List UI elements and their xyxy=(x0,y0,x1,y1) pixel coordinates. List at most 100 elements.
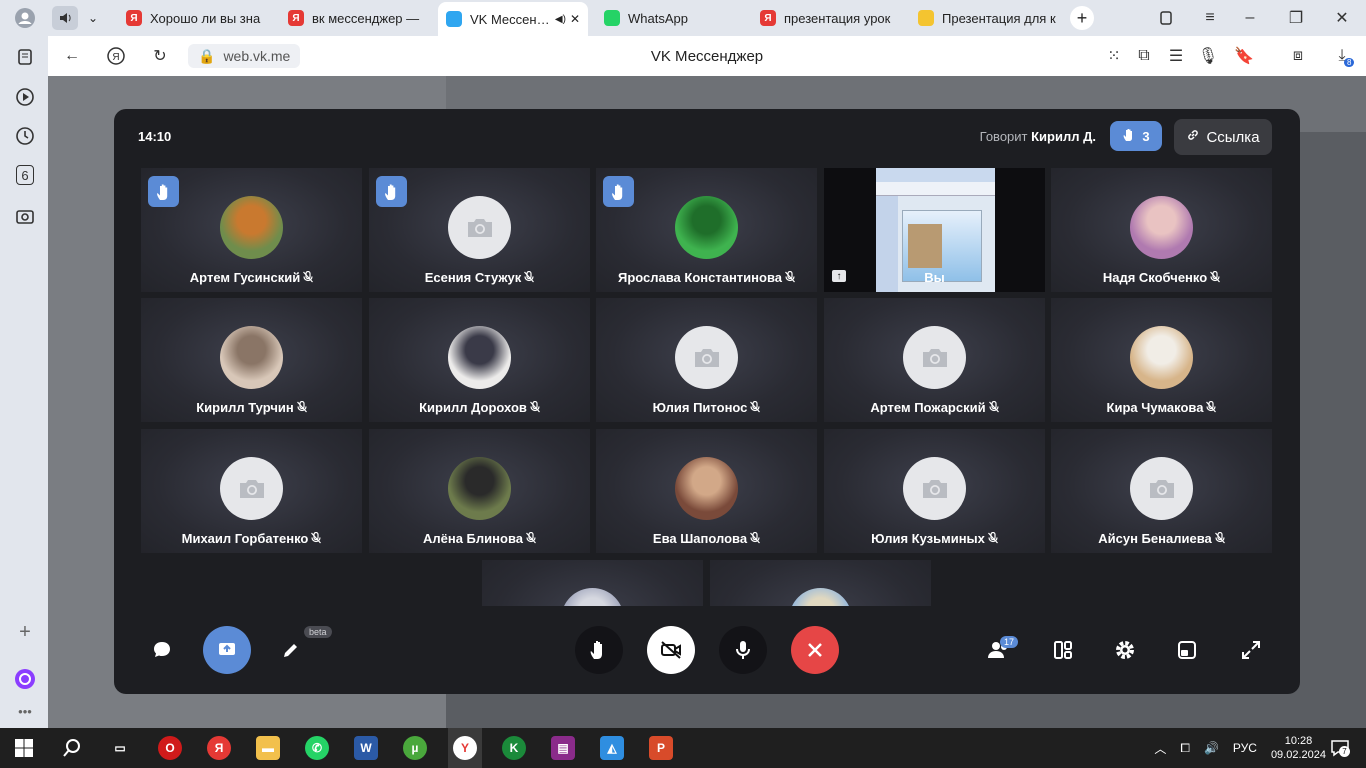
participant-tile[interactable]: Артем Пожарский xyxy=(824,298,1045,422)
back-icon[interactable]: ← xyxy=(62,46,82,66)
screenshot-icon[interactable] xyxy=(14,205,36,227)
settings-button[interactable] xyxy=(1101,626,1149,674)
mic-muted-icon xyxy=(527,400,540,415)
clock[interactable]: 10:28 09.02.2024 xyxy=(1271,734,1326,762)
participant-tile[interactable]: Кирилл Турчин xyxy=(141,298,362,422)
translate-icon[interactable]: ⧉ xyxy=(1134,46,1154,66)
whatsapp-icon[interactable]: ✆ xyxy=(305,736,329,760)
participant-name: Алёна Блинова xyxy=(369,531,590,546)
tab-audio-icon[interactable]: ◀) xyxy=(555,14,566,25)
participant-tile[interactable] xyxy=(482,560,703,606)
tab-title: вк мессенджер — xyxy=(312,10,420,26)
participant-tile[interactable]: Надя Скобченко xyxy=(1051,168,1272,292)
camera-placeholder-icon xyxy=(448,196,511,259)
participant-tile[interactable]: Кира Чумакова xyxy=(1051,298,1272,422)
participant-tile[interactable]: Михаил Горбатенко xyxy=(141,429,362,553)
close-window-icon[interactable]: ✕ xyxy=(1332,8,1352,28)
reload-icon[interactable]: ↻ xyxy=(150,46,170,66)
alice-icon[interactable] xyxy=(14,668,36,690)
fullscreen-button[interactable] xyxy=(1227,626,1275,674)
participant-tile[interactable]: Кирилл Дорохов xyxy=(369,298,590,422)
network-icon[interactable]: ⧠ xyxy=(1180,741,1190,756)
history-icon[interactable] xyxy=(14,125,36,147)
tab-6[interactable]: Презентация для к xyxy=(910,4,1060,32)
yandex-browser-icon[interactable]: Я xyxy=(207,736,231,760)
participant-tile[interactable]: Ярослава Константинова xyxy=(596,168,817,292)
pen-icon xyxy=(918,10,934,26)
tab-list-icon[interactable] xyxy=(1156,8,1176,28)
participant-tile[interactable]: Есения Стужук xyxy=(369,168,590,292)
chevron-up-icon[interactable]: ︿ xyxy=(1154,740,1166,757)
participant-tile[interactable] xyxy=(710,560,931,606)
participant-tile[interactable]: Артем Гусинский xyxy=(141,168,362,292)
audio-tab-control[interactable]: ⌄ xyxy=(48,4,106,32)
minimize-call-button[interactable] xyxy=(1163,626,1211,674)
task-view-icon[interactable]: ▭ xyxy=(108,736,132,760)
minimize-icon[interactable]: – xyxy=(1240,8,1260,28)
toggle-camera-button[interactable] xyxy=(647,626,695,674)
file-explorer-icon[interactable]: ▬ xyxy=(256,736,280,760)
restore-icon[interactable]: ❐ xyxy=(1286,8,1306,28)
participant-tile[interactable]: ↑ Вы xyxy=(824,168,1045,292)
yandex-logo-icon[interactable]: Я xyxy=(106,46,126,66)
notifications-icon[interactable]: 7 xyxy=(1330,738,1350,758)
chat-button[interactable] xyxy=(138,626,186,674)
new-tab-button[interactable]: + xyxy=(1070,6,1094,30)
speaker-icon[interactable] xyxy=(52,6,78,30)
pip-icon xyxy=(1178,641,1196,659)
tab-4[interactable]: WhatsApp xyxy=(596,4,744,32)
participant-tile[interactable]: Юлия Кузьминых xyxy=(824,429,1045,553)
browser-sidebar: 6 + ••• xyxy=(0,0,48,728)
raise-hand-button[interactable] xyxy=(575,626,623,674)
profile-icon[interactable] xyxy=(14,7,36,29)
share-screen-button[interactable] xyxy=(203,626,251,674)
protect-icon[interactable]: ⧈ xyxy=(1288,46,1308,66)
chevron-down-icon[interactable]: ⌄ xyxy=(88,11,98,25)
url-field[interactable]: 🔒 web.vk.me xyxy=(188,44,301,68)
search-icon[interactable] xyxy=(60,736,84,760)
tab-3[interactable]: VK Мессендж ◀) ✕ xyxy=(438,2,588,36)
counter-badge[interactable]: 6 xyxy=(16,165,34,185)
raised-hands-badge[interactable]: 3 xyxy=(1110,121,1162,151)
voice-icon[interactable]: 🎙 xyxy=(1198,46,1218,66)
participant-tile[interactable]: Айсун Беналиева xyxy=(1051,429,1272,553)
participant-tile[interactable]: Юлия Питонос xyxy=(596,298,817,422)
reader-icon[interactable]: ☰ xyxy=(1166,46,1186,66)
participants-button[interactable] xyxy=(975,626,1023,674)
powerpoint-icon[interactable]: P xyxy=(649,736,673,760)
close-tab-icon[interactable]: ✕ xyxy=(570,12,580,26)
start-icon[interactable] xyxy=(12,736,36,760)
add-icon[interactable]: + xyxy=(14,621,36,643)
windows-taskbar: ▭ O Я ▬ ✆ W µ Y K ▤ ◭ P ︿ ⧠ 🔊 РУС 10:28 0… xyxy=(0,728,1366,768)
volume-icon[interactable]: 🔊 xyxy=(1204,741,1219,755)
photos-icon[interactable]: ◭ xyxy=(600,736,624,760)
extensions-icon[interactable]: ⁙ xyxy=(1104,46,1124,66)
participant-tile[interactable]: Алёна Блинова xyxy=(369,429,590,553)
yandex-icon: Я xyxy=(126,10,142,26)
link-icon xyxy=(1186,128,1200,146)
kaspersky-icon[interactable]: K xyxy=(502,736,526,760)
tab-5[interactable]: Япрезентация урок xyxy=(752,4,902,32)
yandex-active-icon[interactable]: Y xyxy=(448,728,482,768)
tab-2[interactable]: Явк мессенджер — xyxy=(280,4,430,32)
raised-hand-icon xyxy=(148,176,179,207)
tab-1[interactable]: Я Хорошо ли вы зна xyxy=(118,4,268,32)
utorrent-icon[interactable]: µ xyxy=(403,736,427,760)
participant-name: Кира Чумакова xyxy=(1051,400,1272,415)
word-icon[interactable]: W xyxy=(354,736,378,760)
layout-button[interactable] xyxy=(1039,626,1087,674)
participant-tile[interactable]: Ева Шаполова xyxy=(596,429,817,553)
mic-muted-icon xyxy=(1207,270,1221,285)
end-call-button[interactable] xyxy=(791,626,839,674)
bookmark-icon[interactable]: 🔖 xyxy=(1234,46,1254,66)
collections-icon[interactable] xyxy=(14,46,36,68)
winrar-icon[interactable]: ▤ xyxy=(551,736,575,760)
play-icon[interactable] xyxy=(14,86,36,108)
copy-link-button[interactable]: Ссылка xyxy=(1174,119,1272,155)
downloads-icon[interactable]: ⤓ 8 xyxy=(1332,46,1355,67)
more-icon[interactable]: ••• xyxy=(14,700,36,722)
menu-icon[interactable]: ≡ xyxy=(1200,8,1220,28)
language-indicator[interactable]: РУС xyxy=(1233,741,1257,755)
opera-icon[interactable]: O xyxy=(158,736,182,760)
toggle-mic-button[interactable] xyxy=(719,626,767,674)
